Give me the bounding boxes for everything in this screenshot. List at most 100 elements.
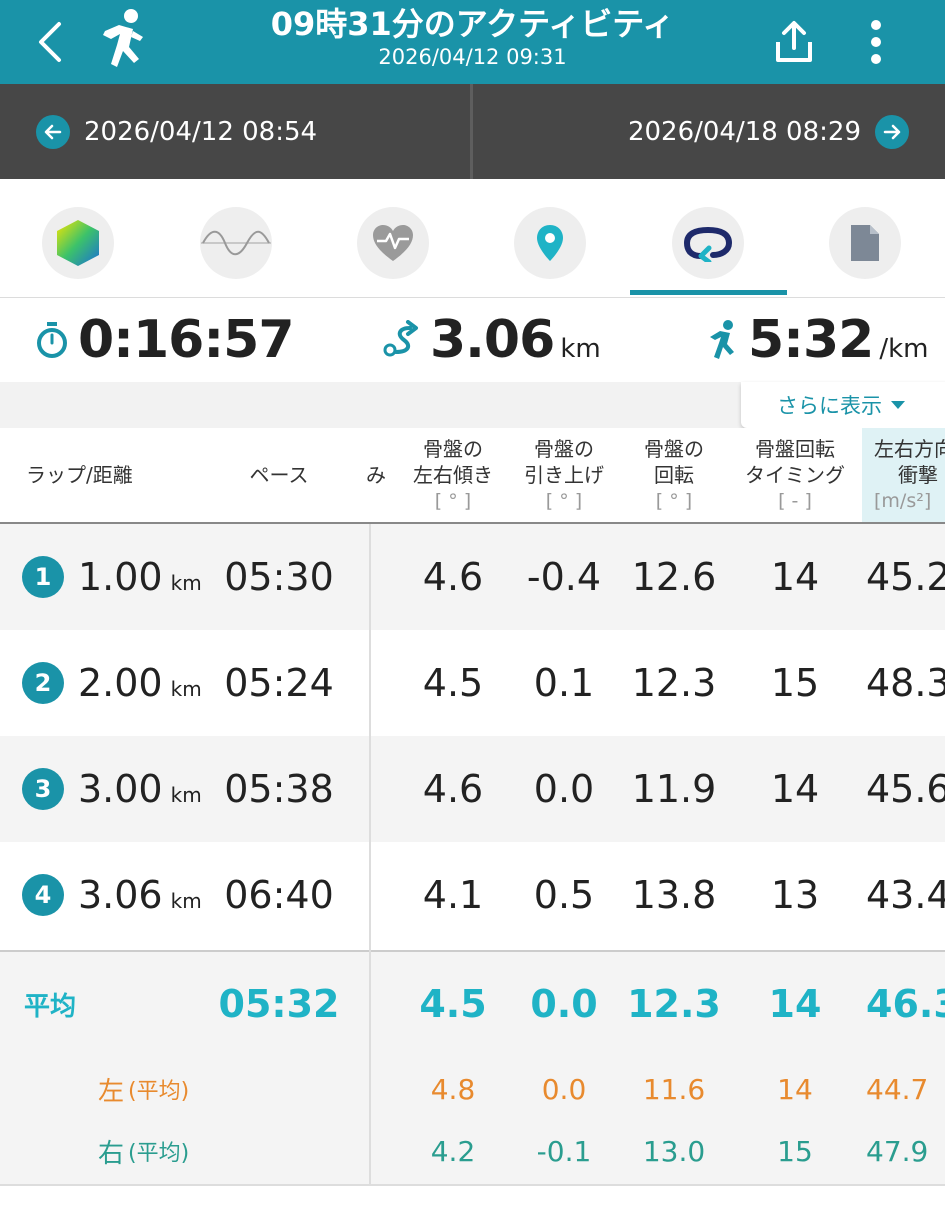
distance-route-icon [383, 320, 418, 357]
next-activity-date: 2026/04/18 08:29 [627, 116, 861, 147]
right-pelvic-tilt: 4.2 [430, 1134, 476, 1168]
lap-number-badge: 1 [22, 556, 64, 598]
stopwatch-icon [37, 322, 67, 358]
previous-activity-button[interactable]: 2026/04/12 08:54 [36, 84, 317, 179]
header-lap-label: ラップ/距離 [26, 463, 133, 487]
header-timing-line2: タイミング [745, 463, 845, 487]
show-more-button[interactable]: さらに表示 [741, 382, 945, 428]
lap-distance-unit: km [170, 783, 202, 807]
right-average-label: 右 (平均) [98, 1120, 189, 1182]
nav-divider [470, 84, 473, 179]
header-rot-unit: [ ° ] [655, 490, 693, 512]
header-rot-line2: 回転 [654, 463, 694, 487]
header-lateral-impact[interactable]: 左右方向 衝撃 [m/s²] [862, 428, 945, 522]
header-lap-distance[interactable]: ラップ/距離 [26, 428, 176, 522]
activity-type-icon [88, 0, 154, 84]
lap-number-badge: 2 [22, 662, 64, 704]
lap-distance-unit: km [170, 889, 202, 913]
loop-arrow-icon [683, 226, 733, 262]
next-activity-button[interactable]: 2026/04/18 08:29 [628, 84, 909, 179]
left-average-row: 左 (平均) 4.8 0.0 11.6 14 44.7 [0, 1058, 945, 1120]
lap-cell: 4 3.06 km [22, 842, 202, 948]
left-pelvic-lift: 0.0 [541, 1072, 587, 1106]
lap-distance: 3.00 [78, 767, 163, 811]
right-rotation-timing: 15 [777, 1134, 813, 1168]
lap-number-badge: 3 [22, 768, 64, 810]
share-button[interactable] [762, 0, 826, 84]
header-tilt-unit: [ ° ] [434, 490, 472, 512]
table-row[interactable]: 1 1.00 km 05:30 4.6 -0.4 12.6 14 45.2 [0, 524, 945, 630]
arrow-left-icon [36, 114, 70, 149]
lap-pelvic-tilt: 4.6 [422, 767, 484, 811]
tab-summary[interactable] [42, 207, 114, 279]
back-button[interactable] [20, 0, 80, 84]
average-pelvic-rotation: 12.3 [627, 982, 721, 1026]
location-pin-icon [537, 225, 563, 261]
lap-pelvic-tilt: 4.6 [422, 555, 484, 599]
lap-pelvic-lift: 0.1 [533, 661, 595, 705]
header-pelvic-tilt[interactable]: 骨盤の 左右傾き [ ° ] [400, 428, 506, 522]
runner-pace-icon [710, 320, 734, 359]
header-tilt-line2: 左右傾き [413, 463, 493, 487]
activity-navigation-bar: 2026/04/12 08:54 2026/04/18 08:29 [0, 84, 945, 179]
header-title-block: 09時31分のアクティビティ 2026/04/12 09:31 [200, 4, 745, 70]
header-rot-line1: 骨盤の [644, 437, 704, 461]
left-label: 左 [98, 1076, 125, 1107]
header-pace[interactable]: ペース [215, 428, 343, 522]
average-section: 平均 05:32 4.5 0.0 12.3 14 46.3 左 (平均) 4.8… [0, 950, 945, 1186]
lap-pelvic-lift: -0.4 [526, 555, 602, 599]
average-pelvic-lift: 0.0 [530, 982, 598, 1026]
table-row[interactable]: 2 2.00 km 05:24 4.5 0.1 12.3 15 48.3 [0, 630, 945, 736]
tab-heart-rate[interactable] [357, 207, 429, 279]
show-more-label: さらに表示 [777, 394, 882, 418]
tab-notes[interactable] [829, 207, 901, 279]
right-pelvic-rotation: 13.0 [642, 1134, 706, 1168]
wave-icon [201, 230, 271, 256]
left-pelvic-rotation: 11.6 [642, 1072, 706, 1106]
header-timing-unit: [ - ] [778, 490, 812, 512]
detail-tabs [0, 179, 945, 298]
lap-pelvic-rotation: 11.9 [631, 767, 717, 811]
header-impact-line2: 衝撃 [898, 463, 938, 487]
lap-distance: 3.06 [78, 873, 163, 917]
activity-summary: 0:16:57 3.06 km 5:32 /km [0, 298, 945, 382]
summary-distance-value: 3.06 [430, 310, 555, 370]
tab-map[interactable] [514, 207, 586, 279]
header-pelvic-lift[interactable]: 骨盤の 引き上げ [ ° ] [512, 428, 616, 522]
lap-pelvic-rotation: 12.3 [631, 661, 717, 705]
left-lateral-impact: 44.7 [866, 1072, 929, 1106]
average-rotation-timing: 14 [768, 982, 822, 1026]
header-tilt-line1: 骨盤の [423, 437, 483, 461]
lap-pelvic-tilt: 4.5 [422, 661, 484, 705]
lap-lateral-impact: 48.3 [866, 661, 945, 705]
table-row[interactable]: 3 3.00 km 05:38 4.6 0.0 11.9 14 45.6 [0, 736, 945, 842]
tab-graph[interactable] [200, 207, 272, 279]
summary-pace-unit: /km [879, 334, 929, 364]
column-divider [369, 524, 371, 1184]
hexagon-gradient-icon [57, 220, 99, 266]
header-rotation-timing[interactable]: 骨盤回転 タイミング [ - ] [732, 428, 858, 522]
left-rotation-timing: 14 [777, 1072, 813, 1106]
header-clipped-label: み [366, 463, 386, 487]
table-row[interactable]: 4 3.06 km 06:40 4.1 0.5 13.8 13 43.4 [0, 842, 945, 948]
lap-rotation-timing: 13 [770, 873, 820, 917]
header-pace-label: ペース [249, 463, 309, 487]
lap-distance: 2.00 [78, 661, 163, 705]
summary-pace: 5:32 /km [706, 298, 929, 382]
tab-laps[interactable] [672, 207, 744, 279]
right-average-row: 右 (平均) 4.2 -0.1 13.0 15 47.9 [0, 1120, 945, 1182]
lap-pelvic-lift: 0.5 [533, 873, 595, 917]
header-pelvic-rotation[interactable]: 骨盤の 回転 [ ° ] [622, 428, 726, 522]
lap-pace: 05:30 [224, 555, 334, 599]
right-label-sub: (平均) [128, 1141, 190, 1166]
lap-distance: 1.00 [78, 555, 163, 599]
summary-pace-value: 5:32 [748, 310, 874, 370]
average-label: 平均 [24, 991, 77, 1022]
lap-number-badge: 4 [22, 874, 64, 916]
left-pelvic-tilt: 4.8 [430, 1072, 476, 1106]
lap-pelvic-rotation: 12.6 [631, 555, 717, 599]
more-options-button[interactable] [848, 0, 904, 84]
header-lift-line2: 引き上げ [524, 463, 604, 487]
average-lateral-impact: 46.3 [866, 982, 945, 1026]
summary-time: 0:16:57 [34, 298, 294, 382]
